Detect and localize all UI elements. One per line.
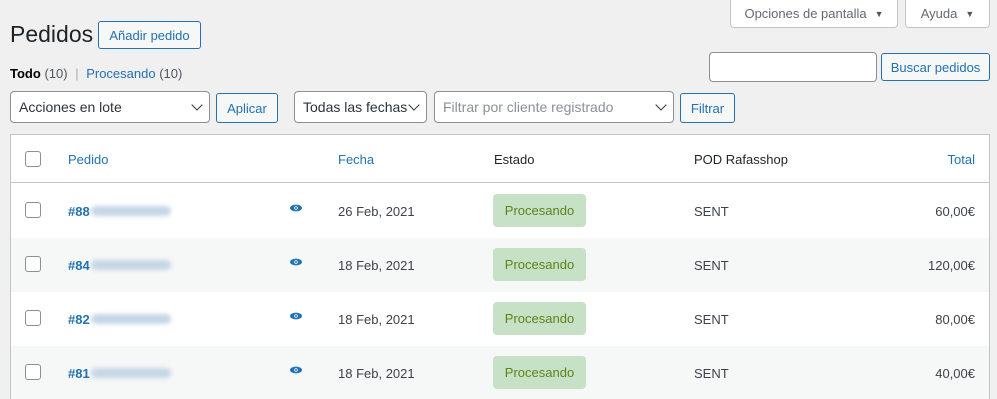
table-row[interactable]: #84 18 Feb, 2021 Procesando SENT 120,00€ [11,238,989,292]
column-order[interactable]: Pedido [68,152,108,167]
order-total: 60,00€ [935,204,975,219]
page-title: Pedidos [10,21,94,47]
order-number-link[interactable]: #88 [68,204,90,219]
customer-name-blurred [91,206,171,216]
select-all-checkbox[interactable] [25,151,41,167]
status-badge: Procesando [493,302,586,335]
chevron-down-icon [655,99,667,111]
views-separator: | [75,66,79,81]
help-tab[interactable]: Ayuda ▼ [905,0,990,28]
search-input[interactable] [709,52,877,82]
order-total: 120,00€ [928,258,975,273]
pod-status: SENT [694,258,729,273]
customer-name-blurred [91,260,171,270]
customer-filter-select[interactable]: Filtrar por cliente registrado [434,91,674,123]
table-row[interactable]: #81 18 Feb, 2021 Procesando SENT 40,00€ [11,346,989,399]
pod-status: SENT [694,366,729,381]
eye-icon[interactable] [289,363,303,380]
add-order-button[interactable]: Añadir pedido [98,21,201,49]
order-date: 18 Feb, 2021 [338,312,415,327]
column-date[interactable]: Fecha [338,152,374,167]
status-badge: Procesando [493,194,586,227]
chevron-down-icon [408,99,420,111]
order-date: 18 Feb, 2021 [338,366,415,381]
screen-options-label: Opciones de pantalla [744,6,867,21]
view-all-label[interactable]: Todo [10,66,41,81]
column-pod: POD Rafasshop [694,152,788,167]
caret-down-icon: ▼ [874,8,884,19]
row-checkbox[interactable] [25,310,41,326]
view-all-count: (10) [44,66,68,81]
search-orders-button[interactable]: Buscar pedidos [881,53,990,81]
filter-button[interactable]: Filtrar [680,93,735,123]
table-row[interactable]: #88 26 Feb, 2021 Procesando SENT 60,00€ [11,184,989,238]
order-date: 18 Feb, 2021 [338,258,415,273]
eye-icon[interactable] [289,255,303,272]
orders-table: Pedido Fecha Estado POD Rafasshop Total … [10,134,990,399]
customer-name-blurred [91,314,171,324]
apply-button[interactable]: Aplicar [216,93,278,123]
table-row[interactable]: #82 18 Feb, 2021 Procesando SENT 80,00€ [11,292,989,346]
view-processing-count: (10) [159,66,183,81]
status-badge: Procesando [493,356,586,389]
order-number-link[interactable]: #84 [68,258,90,273]
row-checkbox[interactable] [25,364,41,380]
order-date: 26 Feb, 2021 [338,204,415,219]
views-filter: Todo (10) | Procesando (10) [10,66,182,81]
bulk-actions-value: Acciones en lote [19,99,122,115]
column-status: Estado [494,152,535,167]
screen-options-tab[interactable]: Opciones de pantalla ▼ [730,0,898,28]
pod-status: SENT [694,312,729,327]
dates-value: Todas las fechas [303,99,408,115]
caret-down-icon: ▼ [965,8,975,19]
dates-select[interactable]: Todas las fechas [294,91,427,123]
chevron-down-icon [191,99,203,111]
status-badge: Procesando [493,248,586,281]
order-number-link[interactable]: #81 [68,366,90,381]
row-checkbox[interactable] [25,202,41,218]
order-total: 40,00€ [935,366,975,381]
bulk-actions-select[interactable]: Acciones en lote [10,91,210,123]
eye-icon[interactable] [289,201,303,218]
order-number-link[interactable]: #82 [68,312,90,327]
customer-name-blurred [91,368,171,378]
table-header: Pedido Fecha Estado POD Rafasshop Total [11,135,989,183]
customer-filter-placeholder: Filtrar por cliente registrado [443,99,614,115]
row-checkbox[interactable] [25,256,41,272]
eye-icon[interactable] [289,309,303,326]
pod-status: SENT [694,204,729,219]
order-total: 80,00€ [935,312,975,327]
view-processing-link[interactable]: Procesando [86,66,155,81]
help-label: Ayuda [920,6,958,21]
column-total[interactable]: Total [948,152,975,167]
